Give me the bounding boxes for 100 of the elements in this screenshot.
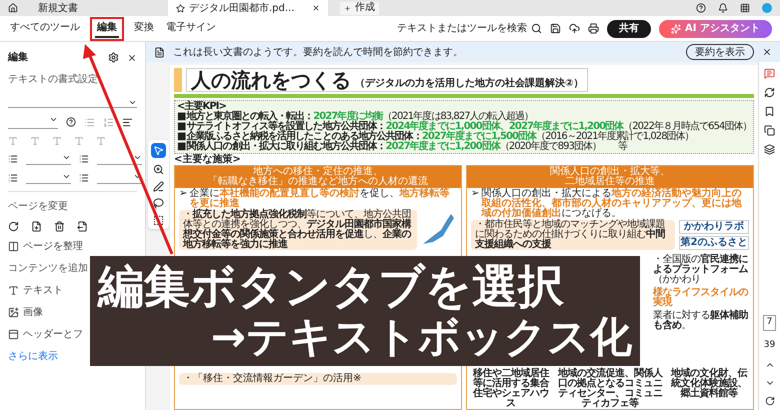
spacing-icon[interactable]	[8, 154, 18, 164]
text-box-icon[interactable]	[152, 215, 164, 226]
logo: 第2のふるさと	[679, 236, 749, 250]
pages-icon[interactable]	[764, 125, 775, 136]
photo-caption: 地域の交流促進、関係人口の拠点となるコミュニティセンター、コミュニティカフェ等	[556, 369, 664, 409]
pen-icon[interactable]	[152, 181, 164, 192]
close-icon[interactable]	[762, 47, 772, 57]
arrow-bullet: ➢	[471, 189, 480, 201]
page-subtitle: （デジタルの力を活用した地方の社会課題解決②）	[355, 79, 584, 91]
help-icon[interactable]	[696, 3, 706, 13]
select-tool[interactable]	[150, 143, 166, 158]
current-page-field[interactable]: 7	[762, 315, 776, 330]
align-icon[interactable]	[122, 116, 133, 128]
share-button[interactable]: 共有	[607, 20, 652, 38]
square-bullet: ■	[177, 112, 186, 122]
kpi-suffix: 等	[618, 142, 628, 152]
menu-tab[interactable]: 変換	[132, 20, 156, 38]
document-tab[interactable]: 新規文書	[30, 0, 86, 16]
sync-icon[interactable]	[764, 87, 775, 98]
logo: かかわりラボ	[679, 220, 749, 234]
spacing-icon[interactable]	[79, 173, 89, 183]
section-heading: コンテンツを追加	[8, 262, 88, 276]
plus-icon	[344, 4, 351, 12]
layers-icon[interactable]	[764, 144, 775, 155]
photo-caption: 移住や二地域居住等に活用する集合住宅やシェアハウス	[472, 369, 550, 409]
show-more-link[interactable]: さらに表示	[8, 349, 58, 364]
measures-heading: <主要な施策>	[174, 155, 242, 165]
lasso-icon[interactable]	[152, 198, 164, 209]
refresh-icon[interactable]	[764, 396, 774, 406]
note-box: ・「移住・交流情報ガーデン」の活用※	[179, 373, 457, 385]
settings-icon[interactable]	[108, 52, 119, 63]
spacing-select[interactable]	[26, 172, 71, 184]
spacing-select[interactable]	[97, 153, 142, 165]
bookmark-icon[interactable]	[764, 106, 775, 117]
spacing-icon[interactable]	[8, 173, 18, 183]
arrow-bullet: ➢	[179, 189, 188, 201]
menu-tab[interactable]: 編集	[95, 20, 119, 38]
help-icon[interactable]	[66, 117, 76, 127]
chevron-down-icon	[128, 98, 137, 107]
kpi-heading: <主要KPI>	[177, 101, 226, 112]
print-icon[interactable]	[588, 23, 600, 34]
columns-icon	[8, 241, 19, 252]
save-icon[interactable]	[550, 23, 562, 34]
header-footer-icon	[8, 329, 19, 340]
search-icon	[531, 23, 542, 34]
add-content-item[interactable]: テキスト	[8, 283, 63, 298]
side-note: 業者に対する躯体補助も含め。	[653, 311, 749, 331]
section-heading: ページを変更	[8, 200, 68, 214]
add-content-item[interactable]: 画像	[8, 305, 43, 320]
upload-icon[interactable]	[569, 23, 580, 34]
rotate-icon[interactable]	[8, 221, 19, 232]
close-icon[interactable]	[127, 52, 137, 62]
size-select[interactable]	[8, 115, 58, 129]
chevron-down-icon	[133, 153, 142, 162]
extract-page-icon[interactable]	[77, 221, 88, 232]
create-button[interactable]: 作成	[340, 2, 379, 14]
banner-line: 編集ボタンタブを選択	[98, 260, 565, 312]
side-note: 様なライフスタイルの実現	[653, 288, 750, 308]
document-tab[interactable]: デジタル田園都市.pd...	[168, 0, 328, 16]
star-icon[interactable]	[176, 4, 185, 12]
insert-page-icon[interactable]	[31, 221, 42, 232]
kpi-line: 地方と東京圏との転入・転出：2027年度に均衡（2021年度は83,827人の転入超過）	[186, 112, 533, 122]
total-pages: 39	[764, 338, 776, 352]
ai-assistant-button[interactable]: AI アシスタント	[659, 20, 772, 38]
square-bullet: ■	[177, 142, 186, 152]
zoom-icon[interactable]	[152, 164, 164, 175]
text-add-icon	[8, 285, 19, 296]
add-content-item[interactable]: ヘッダーとフ	[8, 327, 83, 342]
kpi-line: 関係人口の創出・拡大に取り組む地方公共団体：2027年度までに1,200団体（2020年度で893団体）	[186, 142, 602, 152]
lead-text: 企業に本社機能の配置見直し等の検討を促し、地方移転等を更に推進	[189, 189, 450, 209]
chevron-down-icon	[49, 115, 58, 124]
pointer-icon	[152, 145, 164, 156]
kpi-line: サテライトオフィス等を設置した地方公共団体：2024年度までに1,000団体、2027年度までに1,200団体（2022年８月時点で654団体）	[186, 122, 752, 132]
sparkle-icon	[671, 24, 682, 34]
page-title: 人の流れをつくる	[191, 69, 351, 91]
menu-tab[interactable]: すべてのツール	[8, 20, 82, 38]
title-accent-bar	[174, 68, 182, 92]
close-icon[interactable]	[312, 4, 320, 12]
apps-icon[interactable]	[740, 3, 750, 13]
column-header: 地方への移住・定住の推進、 「転職なき移住」の推進など地方への人材の還流	[175, 166, 461, 188]
notice-text: これは長い文書のようです。要約を読んで時間を節約できます。	[173, 46, 464, 60]
trash-icon[interactable]	[54, 221, 65, 232]
home-icon[interactable]	[8, 3, 18, 13]
side-note: ・全国版の官民連携によるプラットフォーム（かかわり	[653, 255, 749, 285]
search-button[interactable]: テキストまたはツールを検索	[397, 21, 542, 36]
banner-line: →テキストボックス化	[210, 312, 632, 362]
note-box: ・都市住民等と地域のマッチングや地域課題に関わるための仕掛けづくりに取り組む中間支援組織への支援	[471, 220, 675, 250]
show-summary-button[interactable]: 要約を表示	[686, 44, 754, 60]
organize-pages-button[interactable]: ページを整理	[8, 239, 83, 254]
menu-tab[interactable]: 電子サイン	[164, 20, 218, 38]
chevron-down-icon	[62, 153, 71, 162]
chevron-down-icon	[62, 172, 71, 181]
spacing-select[interactable]	[26, 153, 71, 165]
note-box: ・拡充した地方拠点強化税制等について、地方公共団体等との連携を強化しつつ、デジタル田園都市国家構想交付金等の関係施策と合わせ活用を促進し、企業の地方移転等を強力に推進	[179, 210, 417, 250]
spacing-icon[interactable]	[79, 154, 89, 164]
summary-icon	[154, 46, 165, 58]
spacing-select[interactable]	[97, 172, 142, 184]
comment-icon[interactable]	[764, 68, 775, 79]
square-bullet: ■	[177, 132, 186, 142]
bell-icon[interactable]	[718, 3, 728, 13]
